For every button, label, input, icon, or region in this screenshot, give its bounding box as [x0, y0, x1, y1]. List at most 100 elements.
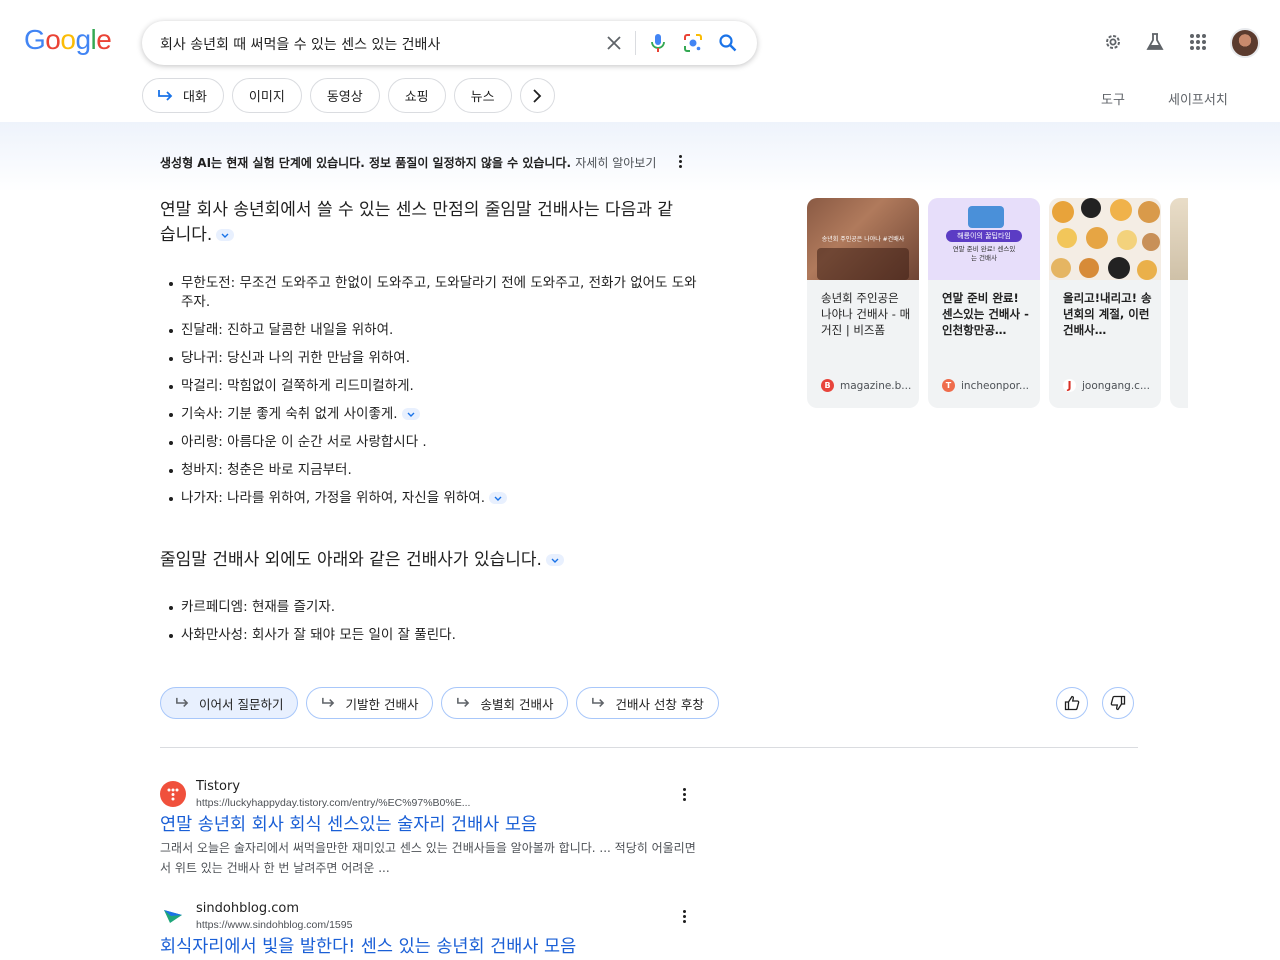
settings-gear-icon[interactable] [1101, 30, 1125, 54]
apps-grid-icon[interactable] [1186, 30, 1210, 54]
tab-news[interactable]: 뉴스 [453, 78, 512, 113]
list-item: 무한도전: 무조건 도와주고 한없이 도와주고, 도와달라기 전에 도와주고, … [160, 274, 700, 312]
logo-letter: g [75, 24, 91, 55]
list-item: 기숙사: 기분 좋게 숙취 없게 사이좋게. [160, 405, 700, 424]
result-more-icon[interactable] [674, 784, 694, 804]
microphone-icon[interactable] [646, 31, 670, 55]
logo-letter: G [24, 24, 46, 55]
account-avatar[interactable] [1230, 28, 1260, 58]
followup-chip[interactable]: 이어서 질문하기 [160, 687, 299, 719]
google-logo[interactable]: Google [24, 24, 112, 56]
ai-overview-more-icon[interactable] [670, 151, 690, 171]
list-item-text: 기숙사: 기분 좋게 숙취 없게 사이좋게. [181, 406, 398, 422]
learn-more-link[interactable]: 자세히 알아보기 [575, 156, 656, 170]
list-item-text: 막걸리: 막힘없이 걸쭉하게 리드미컬하게. [181, 378, 414, 394]
source-card-image: 송년회 주인공은 나야나 #건배사 [807, 198, 919, 280]
list-item: 진달래: 진하고 달콤한 내일을 위하여. [160, 321, 700, 340]
tools-button[interactable]: 도구 [1101, 89, 1125, 108]
search-icon[interactable] [716, 31, 740, 55]
list-item-text: 당나귀: 당신과 나의 귀한 만남을 위하여. [181, 350, 411, 366]
result-more-icon[interactable] [674, 906, 694, 926]
followup-chip[interactable]: 건배사 선창 후창 [576, 687, 719, 719]
section-divider [160, 747, 1138, 748]
tistory-favicon-icon [160, 781, 186, 807]
tab-label: 뉴스 [470, 90, 495, 105]
tab-shopping[interactable]: 쇼핑 [387, 78, 446, 113]
followup-chip[interactable]: 송별회 건배사 [441, 687, 569, 719]
list-item: 청바지: 청춘은 바로 지금부터. [160, 461, 700, 480]
ai-overview-subheading: 줄임말 건배사 외에도 아래와 같은 건배사가 있습니다. [160, 548, 564, 573]
thumbs-down-icon [1110, 695, 1126, 711]
source-card-image: 해룡이의 꿀팁타임 연말 준비 완료! 센스있는 건배사 [928, 198, 1040, 280]
list-item-text: 무한도전: 무조건 도와주고 한없이 도와주고, 도와달라기 전에 도와주고, … [181, 275, 697, 310]
google-lens-icon[interactable] [681, 31, 705, 55]
ai-disclaimer-text: 생성형 AI는 현재 실험 단계에 있습니다. 정보 품질이 일정하지 않을 수… [160, 156, 572, 170]
logo-letter: e [96, 24, 112, 55]
list-item: 사화만사성: 회사가 잘 돼야 모든 일이 잘 풀린다. [160, 626, 700, 645]
tab-conversation[interactable]: 대화 [142, 78, 224, 113]
source-card[interactable]: 송년회 주인공은 나야나 #건배사 송년회 주인공은 나야나 건배사 - 매거진… [807, 198, 919, 408]
tab-videos[interactable]: 동영상 [309, 78, 380, 113]
source-card-title: 송년회 주인공은 나야나 건배사 - 매거진 | 비즈폼 [821, 291, 911, 337]
result-title-link[interactable]: 연말 송년회 회사 회식 센스있는 술자리 건배사 모음 [160, 811, 537, 836]
tab-label: 이미지 [248, 90, 285, 105]
logo-letter: o [45, 24, 61, 55]
ai-overview-list-2: 카르페디엠: 현재를 즐기자. 사화만사성: 회사가 잘 돼야 모든 일이 잘 … [160, 598, 700, 645]
chip-label: 건배사 선창 후창 [615, 696, 704, 712]
followup-chip[interactable]: 기발한 건배사 [306, 687, 434, 719]
followup-chips: 이어서 질문하기 기발한 건배사 송별회 건배사 건배사 선창 후창 [160, 687, 719, 719]
thumbs-up-button[interactable] [1056, 687, 1088, 719]
tab-label: 동영상 [326, 90, 363, 105]
chevron-down-icon[interactable] [489, 492, 507, 504]
source-card-site: T incheonpor... [942, 379, 1029, 392]
chevron-down-icon[interactable] [401, 408, 420, 420]
chevron-down-icon[interactable] [545, 554, 564, 566]
ai-overview-heading: 연말 회사 송년회에서 쓸 수 있는 센스 만점의 줄임말 건배사는 다음과 같… [160, 198, 680, 248]
result-title-link[interactable]: 회식자리에서 빛을 발한다! 센스 있는 송년회 건배사 모음 [160, 933, 576, 958]
thumbs-up-icon [1064, 695, 1080, 711]
safesearch-button[interactable]: 세이프서치 [1168, 89, 1228, 108]
tab-label: 대화 [183, 90, 207, 105]
list-item-text: 진달래: 진하고 달콤한 내일을 위하여. [181, 322, 394, 338]
site-favicon-icon: B [821, 379, 834, 392]
reply-arrow-icon [176, 697, 189, 707]
list-item-text: 아리랑: 아름다운 이 순간 서로 사랑합시다 . [181, 434, 427, 450]
list-item-text: 카르페디엠: 현재를 즐기자. [181, 599, 336, 615]
site-favicon-icon: T [942, 379, 955, 392]
search-box[interactable]: 회사 송년회 때 써먹을 수 있는 센스 있는 건배사 [142, 21, 757, 65]
search-input[interactable]: 회사 송년회 때 써먹을 수 있는 센스 있는 건배사 [160, 34, 440, 54]
chevron-right-icon [533, 88, 542, 103]
reply-arrow-icon [592, 697, 605, 707]
ai-heading-text: 연말 회사 송년회에서 쓸 수 있는 센스 만점의 줄임말 건배사는 다음과 같… [160, 200, 674, 245]
list-item: 막걸리: 막힘없이 걸쭉하게 리드미컬하게. [160, 377, 700, 396]
result-site-name: sindohblog.com [196, 901, 300, 916]
labs-flask-icon[interactable] [1143, 30, 1167, 54]
list-item: 카르페디엠: 현재를 즐기자. [160, 598, 700, 617]
clear-icon[interactable] [602, 31, 626, 55]
source-card-site: B magazine.b... [821, 379, 911, 392]
chevron-down-icon[interactable] [216, 229, 235, 241]
tabs-next-button[interactable] [519, 78, 555, 113]
list-item-text: 청바지: 청춘은 바로 지금부터. [181, 462, 352, 478]
card-image-badge: 해룡이의 꿀팁타임 [946, 230, 1022, 242]
list-item-text: 나가자: 나라를 위하여, 가정을 위하여, 자신을 위하여. [181, 490, 485, 506]
source-card[interactable]: 해룡이의 꿀팁타임 연말 준비 완료! 센스있는 건배사 연말 준비 완료! 센… [928, 198, 1040, 408]
ai-subheading-text: 줄임말 건배사 외에도 아래와 같은 건배사가 있습니다. [160, 550, 542, 570]
reply-arrow-icon [457, 697, 470, 707]
tab-images[interactable]: 이미지 [231, 78, 302, 113]
search-divider [635, 31, 636, 55]
thumbs-down-button[interactable] [1102, 687, 1134, 719]
source-card-peek[interactable] [1170, 198, 1188, 408]
result-url[interactable]: https://www.sindohblog.com/1595 [196, 919, 352, 931]
logo-letter: o [60, 24, 76, 55]
list-item: 아리랑: 아름다운 이 순간 서로 사랑합시다 . [160, 433, 700, 452]
source-card-image [1049, 198, 1161, 280]
source-card-title: 연말 준비 완료! 센스있는 건배사 - 인천항만공… [942, 291, 1029, 337]
source-card[interactable]: 올리고!내리고! 송년회의 계절, 이런 건배사… J joongang.c..… [1049, 198, 1161, 408]
result-snippet: 그래서 오늘은 술자리에서 써먹을만한 재미있고 센스 있는 건배사들을 알아볼… [160, 841, 696, 875]
result-url[interactable]: https://luckyhappyday.tistory.com/entry/… [196, 797, 470, 809]
search-tabs: 대화 이미지 동영상 쇼핑 뉴스 [142, 78, 555, 113]
list-item: 나가자: 나라를 위하여, 가정을 위하여, 자신을 위하여. [160, 489, 700, 508]
source-card-domain: incheonpor... [961, 379, 1029, 392]
sindoh-favicon-icon [160, 903, 186, 929]
